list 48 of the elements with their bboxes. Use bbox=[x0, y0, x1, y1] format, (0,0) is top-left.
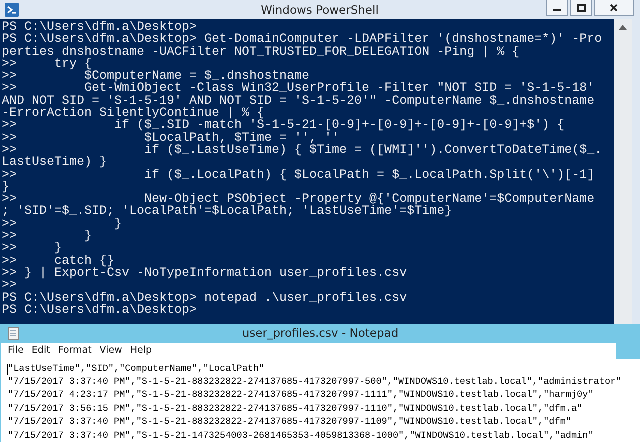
window-title: user_profiles.csv - Notepad bbox=[242, 326, 399, 340]
console-line: perties dnshostname -UACFilter NOT_TRUSTED_FOR_DELEGATION -Ping | % { bbox=[2, 46, 520, 58]
scroll-up-icon bbox=[619, 25, 627, 30]
menu-item[interactable]: Help bbox=[127, 345, 158, 356]
menu-item[interactable]: File bbox=[5, 345, 29, 356]
maximize-icon bbox=[576, 4, 586, 12]
scrollbar[interactable] bbox=[614, 19, 632, 324]
minimize-button[interactable] bbox=[546, 0, 568, 16]
console-line: >> if ($_.SID -match 'S-1-5-21-[0-9]+-[0-9]+-[0-9]+-[0-9]+$') { bbox=[2, 119, 566, 132]
menu-item[interactable]: Format bbox=[55, 345, 97, 356]
console-line: -ErrorAction SilentlyContinue | % { bbox=[2, 107, 265, 120]
console-line: PS C:\Users\dfm.a\Desktop> Get-DomainComputer -LDAPFilter '(dnshostname=*)' -Pro bbox=[2, 33, 604, 46]
text-cursor bbox=[7, 364, 8, 375]
console-line: >> } | Export-Csv -NoTypeInformation user_profiles.csv bbox=[2, 266, 408, 280]
close-button[interactable] bbox=[594, 0, 634, 16]
console-line: >> $LocalPath, $Time = '', '' bbox=[2, 132, 340, 144]
console-line: ; 'SID'=$_.SID; 'LocalPath'=$LocalPath; 'LastUseTime'=$Time} bbox=[2, 205, 452, 218]
text-line: "7/15/2017 3:37:40 PM","S-1-5-21-883232822-274137685-4173207997-500","WINDOWS10.testlab.local","administrator" bbox=[8, 374, 622, 388]
console-line: PS C:\Users\dfm.a\Desktop> bbox=[2, 304, 198, 316]
console-line: PS C:\Users\dfm.a\Desktop> notepad .\user_profiles.csv bbox=[2, 292, 408, 304]
console-line: >> } bbox=[2, 242, 62, 255]
console-line: LastUseTime) } bbox=[2, 156, 108, 169]
console-line: >> $ComputerName = $_.dnshostname bbox=[2, 70, 310, 82]
text-line: "LastUseTime","SID","ComputerName","LocalPath" bbox=[8, 362, 265, 375]
console-line: >> New-Object PSObject -Property @{'ComputerName'=$ComputerName bbox=[2, 193, 596, 206]
notepad-icon bbox=[8, 326, 19, 340]
console-line: >> if ($_.LocalPath) { $LocalPath = $_.LocalPath.Split('\')[-1] bbox=[2, 168, 596, 181]
console-line: >> bbox=[2, 279, 18, 292]
powershell-icon bbox=[5, 2, 19, 16]
console-line: >> } bbox=[2, 218, 124, 230]
window-title: Windows PowerShell bbox=[261, 2, 379, 16]
console-line: >> catch {} bbox=[2, 254, 115, 267]
console-line: >> } bbox=[2, 230, 94, 242]
text-line: "7/15/2017 3:37:40 PM","S-1-5-21-883232822-274137685-4173207997-1109","WINDOWS10.testlab.local","dfm" bbox=[8, 415, 572, 429]
console-line: AND NOT SID = 'S-1-5-19' AND NOT SID = 'S-1-5-20'" -ComputerName $_.dnshostname bbox=[2, 94, 596, 108]
text-line: "7/15/2017 3:56:15 PM","S-1-5-21-883232822-274137685-4173207997-1110","WINDOWS10.testlab.local","dfm.a" bbox=[8, 402, 583, 416]
text-area[interactable] bbox=[1, 358, 640, 442]
text-line: "7/15/2017 3:37:40 PM","S-1-5-21-1473254003-2681465353-4059813368-1000","WINDOWS10.testlab.local","admin" bbox=[8, 428, 594, 442]
text-line: "7/15/2017 4:23:17 PM","S-1-5-21-883232822-274137685-4173207997-1111","WINDOWS10.testlab.local","harmj0y" bbox=[8, 388, 594, 402]
console-line: } bbox=[2, 180, 11, 194]
menu-item[interactable]: Edit bbox=[28, 345, 56, 356]
menu-item[interactable]: View bbox=[96, 345, 128, 356]
console-line: >> Get-WmiObject -Class Win32_UserProfile -Filter "NOT SID = 'S-1-5-18' bbox=[2, 82, 596, 95]
console-line: >> try { bbox=[2, 58, 92, 70]
console-line: PS C:\Users\dfm.a\Desktop> bbox=[2, 21, 198, 34]
maximize-button[interactable] bbox=[570, 0, 592, 16]
console-line: >> if ($_.LastUseTime) { $Time = ([WMI]'').ConvertToDateTime($_. bbox=[2, 144, 604, 156]
close-icon bbox=[610, 4, 618, 12]
